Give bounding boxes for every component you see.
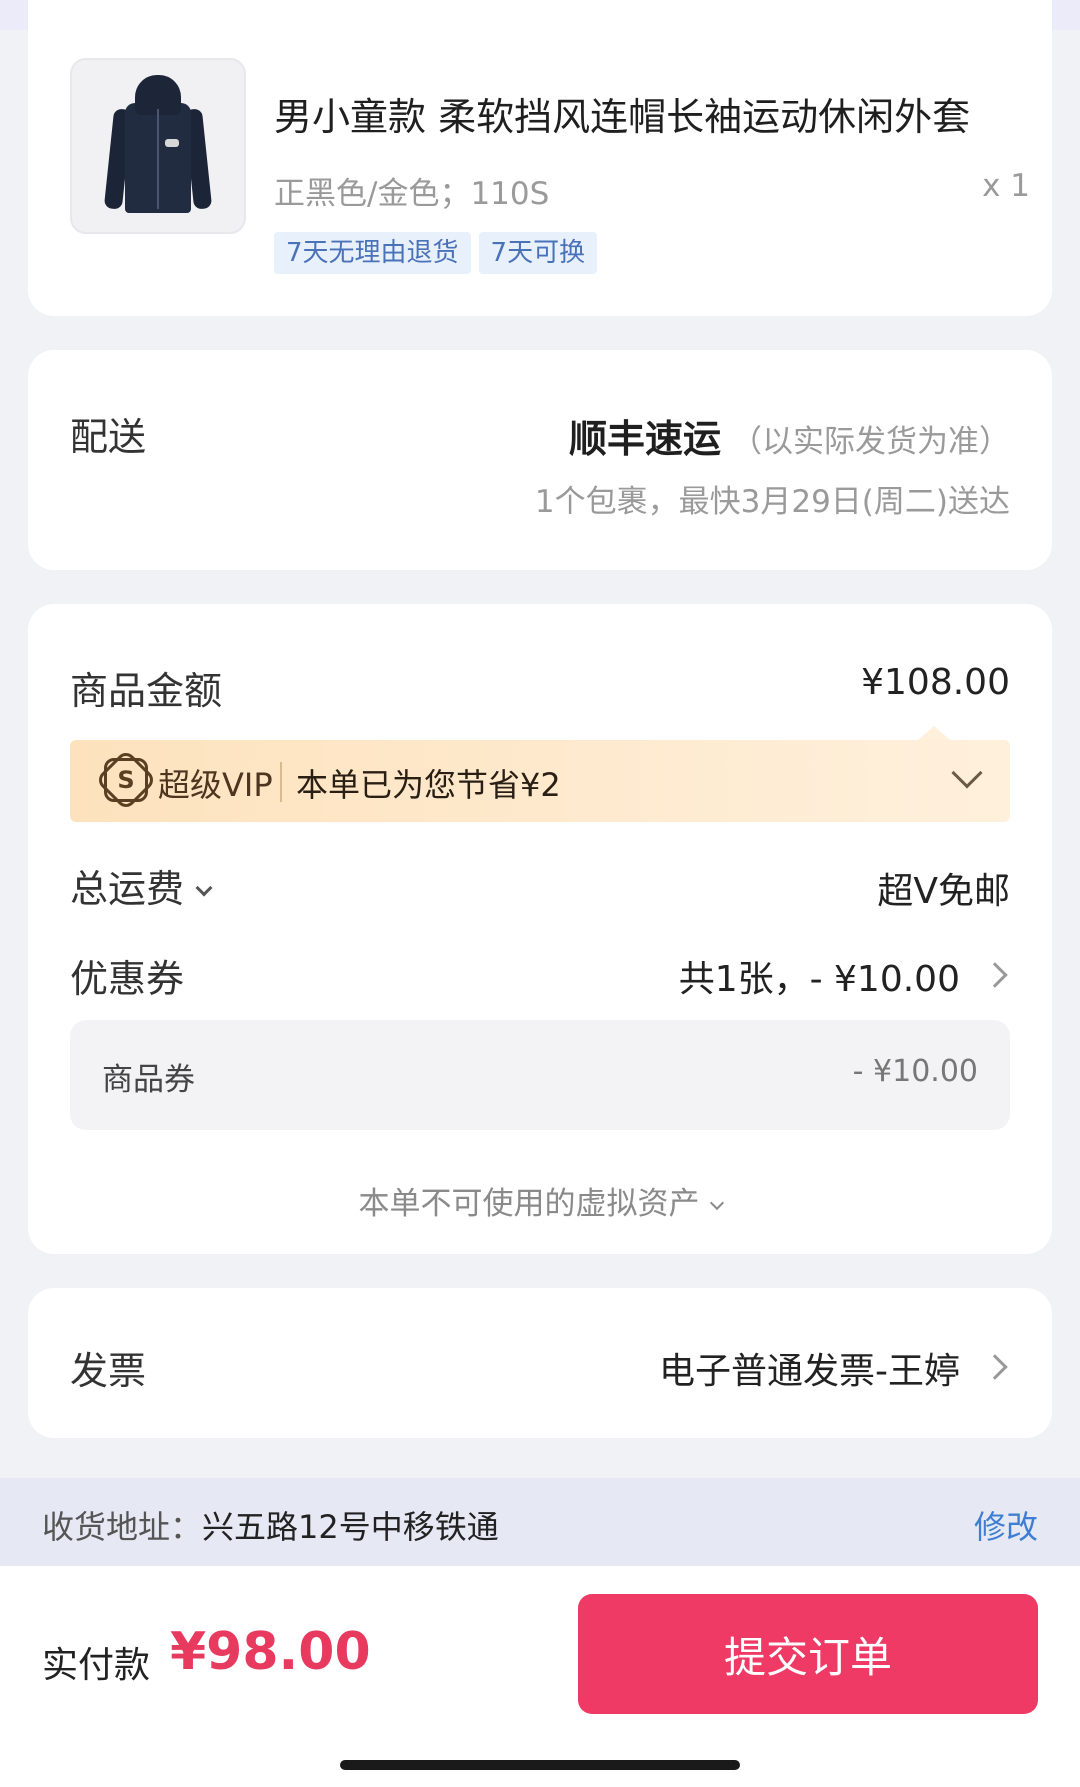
pay-amount: ¥98.00 [170,1622,371,1682]
product-spec: 正黑色/金色；110S [274,176,550,212]
address: 收货地址：兴五路12号中移铁通 [42,1502,499,1548]
order-confirm-page: 男小童款 柔软挡风连帽长袖运动休闲外套 正黑色/金色；110S x 1 7天无理… [0,0,1080,1787]
vip-savings-banner[interactable]: S 超级VIP 本单已为您节省¥2 [70,726,1010,822]
chevron-down-icon [195,879,213,897]
home-indicator[interactable] [340,1760,740,1770]
product-title: 男小童款 柔软挡风连帽长袖运动休闲外套 [274,95,971,139]
tag-exchange: 7天可换 [478,232,598,274]
invoice-label: 发票 [70,1349,147,1393]
shipping-fee-label: 总运费 [70,867,185,911]
delivery-card[interactable]: 配送 顺丰速运 （以实际发货为准） 1个包裹，最快3月29日(周二)送达 [28,350,1052,570]
product-card[interactable]: 男小童款 柔软挡风连帽长袖运动休闲外套 正黑色/金色；110S x 1 7天无理… [28,0,1052,316]
pay-label: 实付款 [42,1645,151,1686]
shipping-fee-toggle[interactable]: 总运费 [70,858,213,913]
hoodie-thumbnail [103,75,213,217]
vip-saving-text: 本单已为您节省¥2 [296,766,561,804]
service-tags: 7天无理由退货 7天可换 [274,232,598,274]
invoice-card[interactable]: 发票 电子普通发票-王婷 [28,1288,1052,1438]
tag-return: 7天无理由退货 [274,232,471,274]
address-value: 兴五路12号中移铁通 [202,1508,499,1546]
vip-pointer [918,726,950,740]
product-image[interactable] [70,58,246,234]
chevron-right-icon[interactable] [982,1354,1008,1380]
address-label: 收货地址： [42,1508,203,1546]
goods-amount-value: ¥108.00 [861,662,1010,703]
delivery-eta: 1个包裹，最快3月29日(周二)送达 [534,484,1010,520]
amount-card: 商品金额 ¥108.00 S 超级VIP 本单已为您节省¥2 总运费 超V免邮 … [28,604,1052,1254]
chevron-down-icon[interactable] [951,757,983,789]
vip-divider [280,762,282,802]
delivery-label: 配送 [70,415,147,459]
carrier: 顺丰速运 （以实际发货为准） [569,408,1010,463]
invoice-value: 电子普通发票-王婷 [659,1351,960,1392]
edit-address-link[interactable]: 修改 [974,1502,1038,1548]
coupon-item-value: - ¥10.00 [852,1054,978,1089]
submit-order-button[interactable]: 提交订单 [578,1594,1038,1714]
checkout-bar: 实付款 ¥98.00 提交订单 [0,1566,1080,1787]
product-quantity: x 1 [982,168,1030,204]
coupon-detail: 商品券 - ¥10.00 [70,1020,1010,1130]
goods-amount-label: 商品金额 [70,669,223,713]
vip-badge-icon: S [94,748,158,812]
carrier-note: （以实际发货为准） [731,424,1010,460]
coupon-item-label: 商品券 [102,1062,195,1098]
carrier-name: 顺丰速运 [568,417,721,461]
coupon-label: 优惠券 [70,957,185,1001]
vip-brand: 超级VIP [158,766,273,804]
chevron-down-icon [709,1195,724,1211]
virtual-assets-toggle[interactable]: 本单不可使用的虚拟资产 [28,1178,1052,1223]
chevron-right-icon[interactable] [982,962,1008,988]
address-bar: 收货地址：兴五路12号中移铁通 修改 [0,1478,1080,1566]
virtual-assets-label: 本单不可使用的虚拟资产 [358,1186,700,1222]
shipping-fee-value: 超V免邮 [877,871,1010,912]
coupon-value[interactable]: 共1张，- ¥10.00 [679,950,960,1002]
